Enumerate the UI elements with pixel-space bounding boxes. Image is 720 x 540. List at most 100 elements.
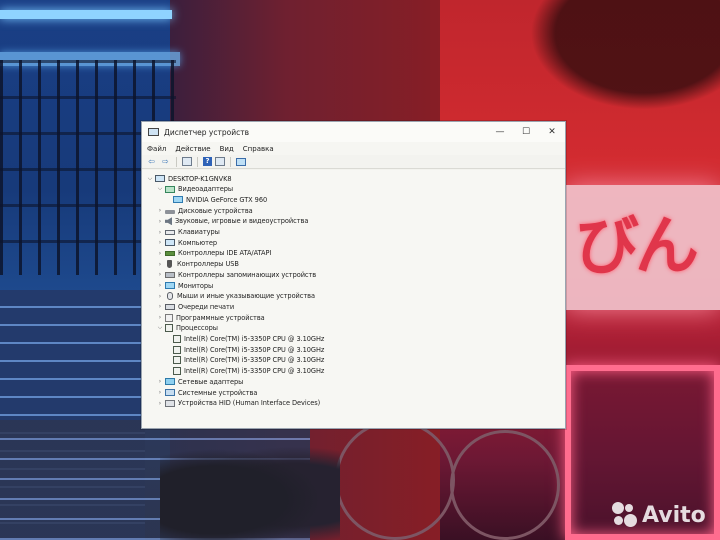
- tree-category-item[interactable]: › Контроллеры запоминающих устройств: [156, 269, 316, 280]
- tree-item-label: Клавиатуры: [178, 228, 220, 236]
- tree-item-label: Устройства HID (Human Interface Devices): [178, 399, 321, 408]
- tree-category-item[interactable]: › Звуковые, игровые и видеоустройства: [156, 216, 308, 227]
- tree-category-item[interactable]: ⌵ Видеоадаптеры: [156, 184, 233, 195]
- menu-view[interactable]: Вид: [220, 145, 234, 153]
- monitor-icon[interactable]: [236, 157, 246, 166]
- device-manager-icon: [148, 127, 159, 137]
- printer-icon: [165, 303, 175, 310]
- chevron-down-icon[interactable]: ⌵: [156, 184, 164, 195]
- chevron-right-icon[interactable]: ›: [156, 259, 164, 270]
- chevron-right-icon[interactable]: ›: [156, 205, 164, 216]
- chevron-right-icon[interactable]: ›: [156, 291, 164, 302]
- tree-category-item[interactable]: › Очереди печати: [156, 301, 234, 312]
- tree-device-item[interactable]: Intel(R) Core(TM) i5-3350P CPU @ 3.10GHz: [172, 334, 324, 345]
- avito-logo-icon: [612, 502, 638, 528]
- tree-category-item[interactable]: › Мыши и иные указывающие устройства: [156, 291, 315, 302]
- tree-category-item[interactable]: › Системные устройства: [156, 387, 258, 398]
- tree-category-item[interactable]: › Контроллеры USB: [156, 259, 239, 270]
- tree-category-item[interactable]: › Программные устройства: [156, 312, 265, 323]
- tree-item-label: NVIDIA GeForce GTX 960: [186, 195, 268, 204]
- bicycle-wheel-rear: [450, 430, 560, 540]
- tree-item-label: Компьютер: [178, 238, 218, 247]
- chevron-right-icon[interactable]: ›: [156, 387, 164, 398]
- chevron-right-icon[interactable]: ›: [156, 301, 164, 312]
- properties-icon[interactable]: [182, 157, 192, 166]
- close-button[interactable]: ✕: [539, 122, 565, 142]
- title-bar[interactable]: Диспетчер устройств — ☐ ✕: [142, 122, 565, 142]
- back-icon[interactable]: ⇦: [146, 157, 157, 167]
- tree-category-item[interactable]: › Дисковые устройства: [156, 205, 253, 216]
- chevron-right-icon[interactable]: ›: [156, 280, 164, 291]
- toolbar-separator: [176, 156, 177, 167]
- chevron-right-icon[interactable]: ›: [156, 398, 164, 409]
- monitor-icon: [173, 196, 183, 204]
- chevron-down-icon[interactable]: ⌵: [156, 323, 164, 334]
- tree-category-item[interactable]: › Клавиатуры: [156, 227, 220, 238]
- maximize-button[interactable]: ☐: [513, 122, 539, 142]
- cpu-icon: [173, 367, 181, 376]
- tree-category-item[interactable]: › Контроллеры IDE ATA/ATAPI: [156, 248, 272, 259]
- tree-category-item[interactable]: › Компьютер: [156, 237, 217, 248]
- chevron-down-icon[interactable]: ⌵: [146, 173, 154, 184]
- tree-category-item[interactable]: › Сетевые адаптеры: [156, 376, 244, 387]
- tree-root[interactable]: ⌵ DESKTOP-K1GNVK8: [146, 173, 232, 184]
- tree-category-item[interactable]: ⌵ Процессоры: [156, 323, 218, 334]
- forward-icon[interactable]: ⇨: [160, 157, 171, 167]
- tree-item-label: Контроллеры IDE ATA/ATAPI: [178, 249, 272, 258]
- tree-device-item[interactable]: Intel(R) Core(TM) i5-3350P CPU @ 3.10GHz: [172, 355, 324, 366]
- system-icon: [165, 389, 175, 396]
- chevron-right-icon[interactable]: ›: [156, 227, 164, 238]
- ide-icon: [165, 250, 175, 256]
- chevron-right-icon[interactable]: ›: [156, 376, 164, 387]
- disk-icon: [165, 209, 175, 214]
- chevron-right-icon[interactable]: ›: [156, 269, 164, 280]
- tree-item-label: Intel(R) Core(TM) i5-3350P CPU @ 3.10GHz: [184, 367, 325, 376]
- tree-item-label: Мыши и иные указывающие устройства: [177, 292, 315, 301]
- chevron-right-icon[interactable]: ›: [156, 312, 164, 323]
- neon-sign-text: びん: [575, 210, 699, 284]
- storage-icon: [165, 271, 175, 278]
- avito-watermark: Avito: [612, 500, 706, 530]
- tree-item-label: Intel(R) Core(TM) i5-3350P CPU @ 3.10GHz: [184, 356, 325, 365]
- tree-item-label: Контроллеры USB: [177, 260, 239, 269]
- gpu-icon: [165, 185, 175, 193]
- view-icon[interactable]: [215, 157, 225, 166]
- cpu-icon: [165, 324, 173, 333]
- hid-icon: [165, 399, 175, 407]
- blue-neon-light: [0, 10, 172, 19]
- tree-item-label: Сетевые адаптеры: [178, 377, 244, 386]
- tree-item-label: Звуковые, игровые и видеоустройства: [175, 217, 309, 226]
- menu-action[interactable]: Действие: [175, 145, 210, 153]
- cpu-icon: [173, 356, 181, 365]
- tree-category-item[interactable]: › Мониторы: [156, 280, 213, 291]
- menu-file[interactable]: Файл: [147, 145, 166, 153]
- keyboard-icon: [165, 230, 175, 235]
- tree-item-label: Контроллеры запоминающих устройств: [178, 270, 317, 279]
- tree-device-item[interactable]: Intel(R) Core(TM) i5-3350P CPU @ 3.10GHz: [172, 344, 324, 355]
- tree-silhouette: [530, 0, 720, 110]
- tree-device-item[interactable]: Intel(R) Core(TM) i5-3350P CPU @ 3.10GHz: [172, 366, 324, 377]
- menu-help[interactable]: Справка: [243, 145, 274, 153]
- tree-item-label: Intel(R) Core(TM) i5-3350P CPU @ 3.10GHz: [184, 345, 325, 354]
- device-manager-window: Диспетчер устройств — ☐ ✕ Файл Действие …: [141, 121, 566, 429]
- tree-item-label: Процессоры: [176, 324, 218, 333]
- menu-bar: Файл Действие Вид Справка: [142, 142, 565, 155]
- chevron-right-icon[interactable]: ›: [156, 248, 164, 259]
- window-title: Диспетчер устройств: [164, 127, 250, 137]
- sound-icon: [165, 217, 172, 226]
- tree-item-label: Дисковые устройства: [178, 206, 253, 215]
- minimize-button[interactable]: —: [487, 122, 513, 142]
- tree-item-label: Видеоадаптеры: [178, 185, 234, 194]
- chevron-right-icon[interactable]: ›: [156, 237, 164, 248]
- tree-item-label: Очереди печати: [178, 302, 235, 311]
- tree-item-label: Мониторы: [178, 281, 214, 290]
- trash-bags: [160, 440, 340, 540]
- tree-item-label: Intel(R) Core(TM) i5-3350P CPU @ 3.10GHz: [184, 335, 325, 343]
- help-icon[interactable]: ?: [203, 157, 212, 166]
- cpu-icon: [173, 345, 181, 354]
- tree-root-label: DESKTOP-K1GNVK8: [168, 174, 232, 183]
- chevron-right-icon[interactable]: ›: [156, 216, 164, 227]
- computer-icon: [165, 239, 175, 247]
- tree-category-item[interactable]: › Устройства HID (Human Interface Devices…: [156, 398, 320, 409]
- tree-device-item[interactable]: NVIDIA GeForce GTX 960: [172, 194, 267, 205]
